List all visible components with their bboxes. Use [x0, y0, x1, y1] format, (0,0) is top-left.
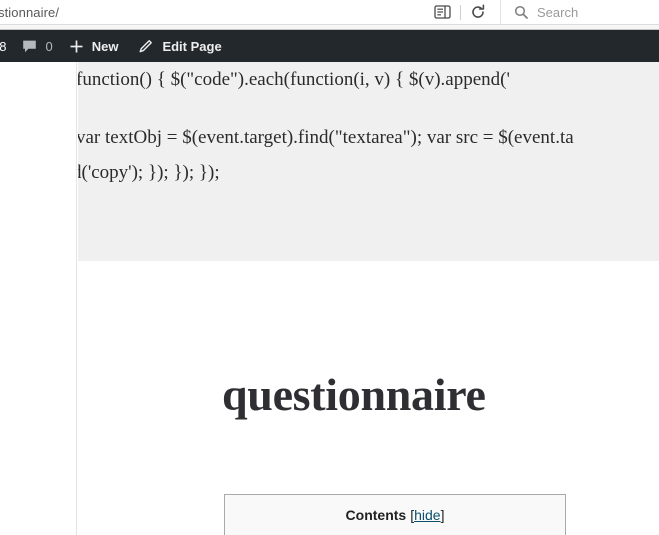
code-line: var textObj = $(event.target).find("text…: [78, 127, 574, 148]
admin-bar-new[interactable]: New: [59, 30, 129, 62]
toc-bracket-close: ]: [440, 507, 445, 523]
page-left-gutter: [0, 62, 77, 535]
code-line: d('copy'); }); }); });: [78, 162, 220, 183]
reader-view-icon[interactable]: [432, 3, 454, 21]
page-title: questionnaire: [222, 368, 486, 420]
page-viewport: function() { $("code").each(function(i, …: [0, 62, 659, 535]
search-input-placeholder: Search: [537, 4, 579, 20]
code-block: function() { $("code").each(function(i, …: [78, 62, 659, 261]
admin-bar-updates[interactable]: 18: [0, 30, 16, 62]
browser-toolbar: stionnaire/ Search: [0, 0, 659, 30]
code-line: function() { $("code").each(function(i, …: [78, 69, 510, 90]
toolbar-button-group: [420, 0, 500, 25]
new-label: New: [91, 38, 119, 54]
address-bar-url: stionnaire/: [0, 4, 60, 20]
plus-icon: [69, 39, 84, 54]
search-icon: [514, 5, 528, 19]
toc-title: Contents: [345, 507, 407, 523]
admin-bar-edit-page[interactable]: Edit Page: [128, 30, 231, 62]
toc-header: Contents [hide]: [225, 507, 565, 523]
comments-count: 0: [45, 38, 53, 54]
browser-search-field[interactable]: Search: [500, 0, 659, 25]
article-content-panel: questionnaire Contents[hide] 1 About 2 F…: [152, 262, 659, 535]
toolbar-divider: [459, 4, 461, 20]
edit-page-label: Edit Page: [162, 38, 222, 54]
table-of-contents: Contents[hide] 1 About 2 Features 3 Tips…: [224, 494, 566, 535]
toc-hide-link[interactable]: hide: [414, 507, 440, 523]
reload-icon[interactable]: [467, 3, 489, 21]
updates-count: 18: [0, 38, 7, 54]
admin-bar-comments[interactable]: 0: [16, 30, 58, 62]
wordpress-admin-bar: 18 0 New Edit Page: [0, 30, 659, 62]
comment-bubble-icon: [22, 39, 37, 54]
address-bar[interactable]: stionnaire/: [0, 0, 420, 25]
pencil-icon: [138, 38, 154, 54]
toc-hide-control: [hide]: [410, 507, 444, 523]
